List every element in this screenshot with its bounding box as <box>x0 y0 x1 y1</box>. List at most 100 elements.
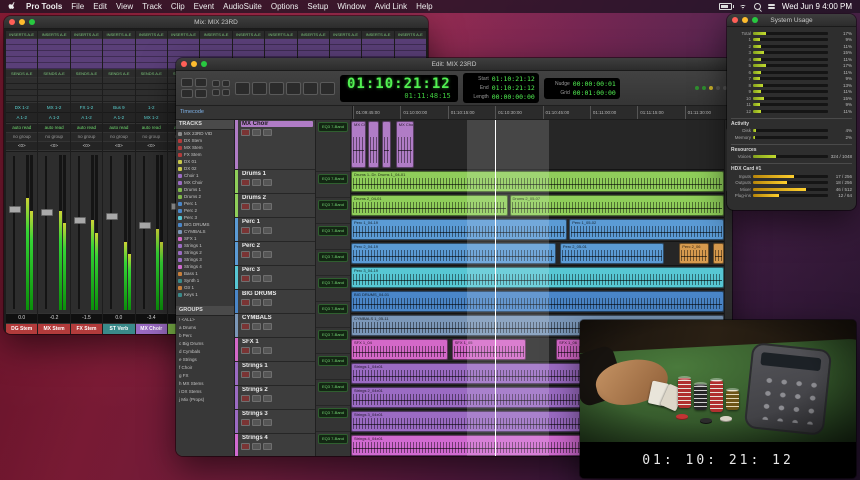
automation-mode-button[interactable]: auto read <box>103 124 134 132</box>
spot-mode-button[interactable] <box>195 78 207 87</box>
io-section[interactable]: MX 1-2A 1-2 <box>38 103 69 123</box>
pan-value[interactable]: <0> <box>6 142 37 150</box>
menu-avid-link[interactable]: Avid Link <box>375 2 407 11</box>
system-usage-titlebar[interactable]: System Usage <box>727 14 856 27</box>
menu-view[interactable]: View <box>116 2 133 11</box>
pan-value[interactable]: <0> <box>103 142 134 150</box>
grid-mode-button[interactable] <box>195 89 207 98</box>
track-insert-slot[interactable]: EQ3 7-Band <box>316 252 350 276</box>
group-list-item[interactable]: h MX Stems <box>176 380 234 388</box>
io-section[interactable]: 1-2MX 1-2 <box>136 103 167 123</box>
record-arm-button[interactable] <box>241 443 250 450</box>
audio-clip[interactable] <box>368 121 379 168</box>
grabber-tool-button[interactable] <box>269 82 284 95</box>
automation-mode-button[interactable]: auto read <box>6 124 37 132</box>
smart-tool-button[interactable] <box>320 82 335 95</box>
track-header-sfx-1[interactable]: SFX 1 <box>235 338 315 362</box>
fader-and-meter[interactable] <box>136 151 167 313</box>
group-list-item[interactable]: g FX <box>176 372 234 380</box>
record-arm-button[interactable] <box>241 203 250 210</box>
track-insert-slot[interactable]: EQ3 7-Band <box>316 304 350 328</box>
main-counter[interactable]: 01:10:21:12 01:11:48:15 <box>340 75 458 102</box>
control-center-icon[interactable] <box>768 4 775 10</box>
shuffle-mode-button[interactable] <box>181 78 193 87</box>
record-arm-button[interactable] <box>241 395 250 402</box>
track-name[interactable]: Perc 1 <box>241 219 313 225</box>
group-list-item[interactable]: f Choir <box>176 364 234 372</box>
fader-and-meter[interactable] <box>38 151 69 313</box>
channel-name[interactable]: MX Choir <box>136 324 167 334</box>
audio-clip[interactable]: Perc 2_06 <box>679 243 709 264</box>
tracks-panel-header[interactable]: TRACKS <box>176 120 234 130</box>
track-list-item[interactable]: Bass 1 <box>176 270 234 277</box>
menu-file[interactable]: File <box>71 2 84 11</box>
track-list-item[interactable]: Synth 1 <box>176 277 234 284</box>
record-arm-button[interactable] <box>241 347 250 354</box>
fader-and-meter[interactable] <box>6 151 37 313</box>
menu-clip[interactable]: Clip <box>171 2 185 11</box>
record-arm-button[interactable] <box>241 299 250 306</box>
pan-value[interactable]: <0> <box>136 142 167 150</box>
playhead[interactable] <box>495 120 496 456</box>
solo-button[interactable] <box>252 227 261 234</box>
video-frame[interactable] <box>580 320 856 442</box>
zoom-waveform-button[interactable] <box>212 89 220 96</box>
mute-button[interactable] <box>263 371 272 378</box>
menu-help[interactable]: Help <box>416 2 432 11</box>
group-list-item[interactable]: ! <ALL> <box>176 316 234 324</box>
timecode-ruler[interactable]: 01:09:45:0001:10:00:0001:10:15:0001:10:3… <box>353 106 732 119</box>
menu-options[interactable]: Options <box>271 2 299 11</box>
mute-button[interactable] <box>263 203 272 210</box>
audio-clip[interactable]: Perc 2_05-01 <box>560 243 664 264</box>
track-name[interactable]: Perc 2 <box>241 243 313 249</box>
fader-cap[interactable] <box>106 213 118 220</box>
track-list-item[interactable]: Strings 1 <box>176 242 234 249</box>
zoom-in-button[interactable] <box>222 80 230 87</box>
group-assignment[interactable]: no group <box>103 133 134 141</box>
solo-button[interactable] <box>252 275 261 282</box>
track-list-item[interactable]: DX Stem <box>176 137 234 144</box>
group-list-item[interactable]: a Drums <box>176 324 234 332</box>
mute-button[interactable] <box>263 395 272 402</box>
mute-button[interactable] <box>263 347 272 354</box>
pan-value[interactable]: <0> <box>71 142 102 150</box>
menu-bar-clock[interactable]: Wed Jun 9 4:00 PM <box>782 2 852 11</box>
track-list-item[interactable]: Strings 2 <box>176 249 234 256</box>
track-name[interactable]: Strings 3 <box>241 411 313 417</box>
sends-slots[interactable] <box>71 78 102 102</box>
track-list-item[interactable]: Drums 2 <box>176 193 234 200</box>
solo-button[interactable] <box>252 251 261 258</box>
nudge-field[interactable]: Nudge 00:00:00:01 <box>548 80 616 88</box>
menu-track[interactable]: Track <box>142 2 162 11</box>
menu-audiosuite[interactable]: AudioSuite <box>223 2 262 11</box>
track-name[interactable]: BIG DRUMS <box>241 291 313 297</box>
menu-setup[interactable]: Setup <box>307 2 328 11</box>
automation-mode-button[interactable]: auto read <box>136 124 167 132</box>
sends-slots[interactable] <box>38 78 69 102</box>
track-list-item[interactable]: MX Choir <box>176 179 234 186</box>
group-assignment[interactable]: no group <box>38 133 69 141</box>
menu-pro-tools[interactable]: Pro Tools <box>26 2 62 11</box>
track-name[interactable]: Strings 2 <box>241 387 313 393</box>
track-header-drums-1[interactable]: Drums 1 <box>235 170 315 194</box>
track-list-item[interactable]: MX Stem <box>176 144 234 151</box>
track-header-drums-2[interactable]: Drums 2 <box>235 194 315 218</box>
track-name[interactable]: Drums 1 <box>241 171 313 177</box>
group-list-item[interactable]: j Mix (Props) <box>176 396 234 404</box>
track-list-item[interactable]: Perc 2 <box>176 207 234 214</box>
record-arm-button[interactable] <box>241 227 250 234</box>
mix-titlebar[interactable]: Mix: MIX 23RD <box>4 16 428 29</box>
mute-button[interactable] <box>263 299 272 306</box>
group-assignment[interactable]: no group <box>71 133 102 141</box>
group-list-item[interactable]: e Strings <box>176 356 234 364</box>
mute-button[interactable] <box>263 275 272 282</box>
inserts-slots[interactable] <box>136 39 167 69</box>
zoom-preset-button[interactable] <box>222 89 230 96</box>
track-list-item[interactable]: Keys 1 <box>176 291 234 298</box>
audio-clip[interactable]: MX Choir_02 <box>396 121 415 168</box>
audio-clip[interactable] <box>382 121 391 168</box>
track-header-mx-choir[interactable]: MX Choir <box>235 120 315 170</box>
io-section[interactable]: DX 1-2A 1-2 <box>6 103 37 123</box>
fader-cap[interactable] <box>74 217 86 224</box>
io-section[interactable]: FX 1-2A 1-2 <box>71 103 102 123</box>
